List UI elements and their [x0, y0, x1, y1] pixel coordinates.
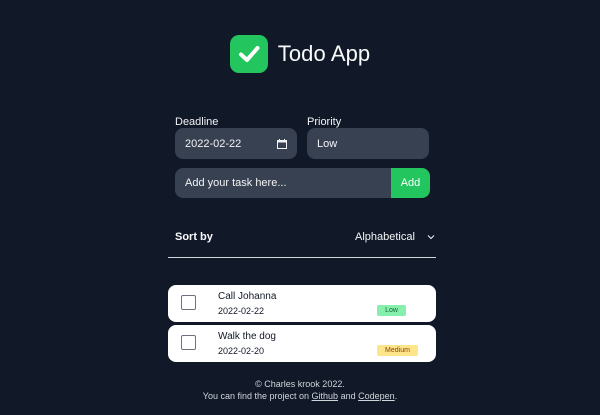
sort-divider — [168, 257, 436, 258]
priority-badge: Medium — [377, 345, 418, 356]
todo-item: Walk the dog 2022-02-20 Medium — [168, 325, 436, 362]
check-icon — [229, 35, 268, 73]
add-button[interactable]: Add — [391, 168, 430, 198]
add-task-row: Add — [175, 168, 430, 198]
todo-title: Call Johanna — [218, 291, 277, 302]
task-input[interactable] — [175, 168, 391, 198]
footer-and: and — [340, 391, 356, 401]
footer-prefix: You can find the project on — [202, 391, 310, 401]
footer-copyright: © Charles krook 2022. — [255, 379, 345, 389]
sort-selected-value: Alphabetical — [355, 231, 415, 243]
todo-title: Walk the dog — [218, 331, 276, 342]
todo-date: 2022-02-22 — [218, 306, 265, 316]
footer-suffix: . — [394, 391, 398, 401]
app-title: Todo App — [277, 41, 371, 66]
app-header: Todo App — [0, 34, 600, 74]
todo-date: 2022-02-20 — [218, 346, 265, 356]
calendar-icon[interactable] — [277, 138, 287, 149]
todo-checkbox[interactable] — [181, 335, 196, 350]
todo-item: Call Johanna 2022-02-22 Low — [168, 285, 436, 322]
priority-select[interactable]: Low — [307, 128, 429, 159]
sort-label: Sort by — [175, 231, 213, 243]
github-link[interactable]: Github — [312, 391, 339, 401]
priority-badge: Low — [377, 305, 406, 316]
chevron-down-icon — [427, 231, 435, 243]
deadline-value: 2022-02-22 — [185, 137, 242, 150]
todo-app-page: Todo App Deadline Priority 2022-02-22 Lo… — [0, 0, 600, 415]
priority-value: Low — [317, 137, 338, 150]
priority-label: Priority — [307, 116, 342, 128]
deadline-input[interactable]: 2022-02-22 — [175, 128, 297, 159]
todo-checkbox[interactable] — [181, 295, 196, 310]
footer-links-line: You can find the project on Github and C… — [0, 391, 600, 401]
codepen-link[interactable]: Codepen — [358, 391, 395, 401]
sort-select[interactable]: Alphabetical — [355, 230, 435, 244]
deadline-label: Deadline — [175, 116, 219, 128]
